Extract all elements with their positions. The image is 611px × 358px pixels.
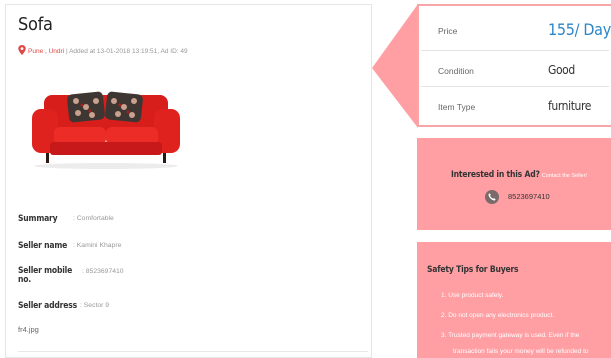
item-type-label: Item Type — [438, 102, 476, 112]
detail-value: : Sector 9 — [80, 302, 110, 309]
price-row: Price 155/ Day — [438, 20, 611, 44]
safety-tip: 2. Do not open any electronics product. — [441, 312, 555, 319]
divider — [18, 351, 368, 352]
listing-card: Sofa Pune , Undri | Added at 13-01-2018 … — [5, 4, 372, 358]
detail-value: : Kamini Khapre — [73, 242, 122, 249]
condition-label: Condition — [438, 66, 474, 76]
condition-row: Condition Good — [438, 60, 608, 84]
safety-tip: 1. Use product safely. — [441, 292, 504, 299]
detail-value: : 8523697410 — [82, 268, 124, 275]
price-label: Price — [438, 26, 458, 36]
attachment-filename[interactable]: fr4.jpg — [18, 325, 39, 334]
contact-heading: Interested in this Ad? Contact the Seller… — [451, 164, 587, 182]
detail-label: Seller address — [18, 301, 77, 311]
listing-location[interactable]: Pune , Undri — [28, 48, 64, 55]
detail-label: Summary — [18, 214, 58, 224]
detail-value: : Comfortable — [73, 215, 114, 222]
contact-heading-text: Interested in this Ad? — [451, 170, 540, 180]
price-value: 155/ Day — [548, 20, 611, 39]
detail-label: Seller name — [18, 241, 68, 251]
item-type-row: Item Type furniture — [438, 96, 608, 120]
price-card: Price 155/ Day Condition Good Item Type … — [417, 4, 611, 127]
pointer-arrow — [372, 4, 418, 128]
listing-title: Sofa — [18, 14, 53, 35]
safety-tip: 3. Trusted payment gateway is used. Even… — [441, 332, 580, 339]
safety-tips-card: Safety Tips for Buyers 1. Use product sa… — [417, 242, 611, 358]
sofa-image — [32, 91, 180, 169]
safety-heading: Safety Tips for Buyers — [427, 265, 519, 275]
location-pin-icon — [18, 45, 26, 55]
condition-value: Good — [548, 63, 575, 77]
contact-seller-card: Interested in this Ad? Contact the Seller… — [417, 138, 611, 230]
seller-phone-number[interactable]: 8523697410 — [508, 192, 550, 201]
contact-seller-link[interactable]: Contact the Seller! — [542, 173, 587, 179]
divider — [421, 86, 609, 87]
divider — [421, 50, 609, 51]
listing-meta: Pune , Undri | Added at 13-01-2018 13:19… — [18, 45, 188, 55]
detail-label: Seller mobile no. — [18, 266, 73, 285]
item-type-value: furniture — [548, 99, 591, 113]
listing-added-info: | Added at 13-01-2018 13:19:51, Ad ID: 4… — [65, 48, 188, 55]
phone-icon — [485, 190, 499, 204]
safety-tip: transaction fails your money will be ref… — [453, 348, 589, 355]
